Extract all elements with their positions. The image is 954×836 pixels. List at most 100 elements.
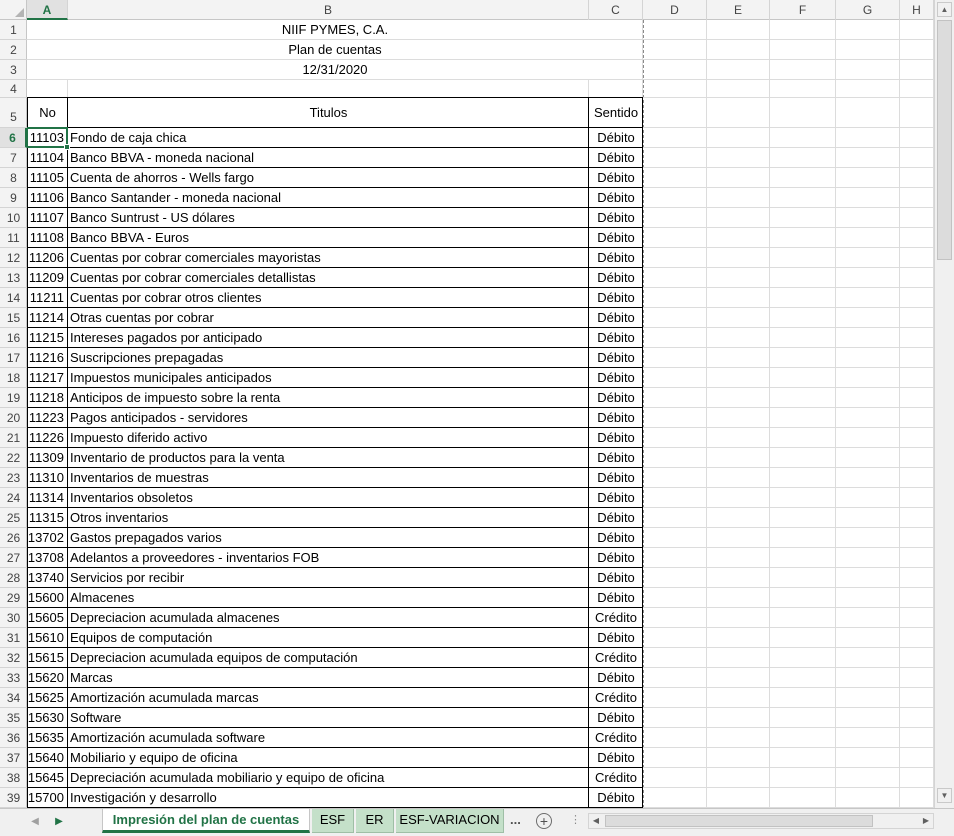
account-direction-cell[interactable]: Crédito [589, 728, 643, 748]
account-direction-cell[interactable]: Débito [589, 508, 643, 528]
account-title-cell[interactable]: Inventario de productos para la venta [70, 448, 587, 468]
account-title-cell[interactable]: Otras cuentas por cobrar [70, 308, 587, 328]
row-header-7[interactable]: 7 [0, 148, 27, 168]
account-direction-cell[interactable]: Débito [589, 328, 643, 348]
column-header-e[interactable]: E [707, 0, 770, 20]
row-header-9[interactable]: 9 [0, 188, 27, 208]
row-header-29[interactable]: 29 [0, 588, 27, 608]
account-direction-cell[interactable]: Débito [589, 668, 643, 688]
row-header-5[interactable]: 5 [0, 98, 27, 128]
table-header-no[interactable]: No [27, 98, 68, 128]
account-title-cell[interactable]: Impuesto diferido activo [70, 428, 587, 448]
fill-handle-icon[interactable] [64, 144, 70, 150]
row-header-24[interactable]: 24 [0, 488, 27, 508]
row-header-18[interactable]: 18 [0, 368, 27, 388]
account-direction-cell[interactable]: Débito [589, 208, 643, 228]
account-number-cell[interactable]: 15605 [27, 608, 66, 628]
account-title-cell[interactable]: Software [70, 708, 587, 728]
sheet-tab-er[interactable]: ER [356, 809, 394, 833]
row-header-27[interactable]: 27 [0, 548, 27, 568]
column-header-a[interactable]: A [27, 0, 68, 20]
account-number-cell[interactable]: 15620 [27, 668, 66, 688]
column-header-b[interactable]: B [68, 0, 589, 20]
account-title-cell[interactable]: Depreciación acumulada mobiliario y equi… [70, 768, 587, 788]
account-title-cell[interactable]: Equipos de computación [70, 628, 587, 648]
account-number-cell[interactable]: 11206 [27, 248, 66, 268]
row-header-28[interactable]: 28 [0, 568, 27, 588]
column-header-h[interactable]: H [900, 0, 934, 20]
account-number-cell[interactable]: 11209 [27, 268, 66, 288]
account-direction-cell[interactable]: Débito [589, 628, 643, 648]
account-direction-cell[interactable]: Crédito [589, 608, 643, 628]
row-header-20[interactable]: 20 [0, 408, 27, 428]
select-all-button[interactable] [0, 0, 27, 20]
account-direction-cell[interactable]: Débito [589, 308, 643, 328]
account-number-cell[interactable]: 11106 [27, 188, 66, 208]
account-number-cell[interactable]: 11108 [27, 228, 66, 248]
vertical-scroll-thumb[interactable] [937, 20, 952, 260]
row-header-6[interactable]: 6 [0, 128, 27, 148]
account-title-cell[interactable]: Cuentas por cobrar otros clientes [70, 288, 587, 308]
add-sheet-icon[interactable]: + [536, 813, 552, 829]
column-header-f[interactable]: F [770, 0, 836, 20]
row-header-25[interactable]: 25 [0, 508, 27, 528]
account-title-cell[interactable]: Inventarios obsoletos [70, 488, 587, 508]
column-header-c[interactable]: C [589, 0, 643, 20]
account-direction-cell[interactable]: Débito [589, 788, 643, 808]
account-title-cell[interactable]: Marcas [70, 668, 587, 688]
row-header-32[interactable]: 32 [0, 648, 27, 668]
sheet-tab-esf-variacion[interactable]: ESF-VARIACION [396, 809, 504, 833]
scroll-up-icon[interactable]: ▲ [937, 2, 952, 17]
account-number-cell[interactable]: 11216 [27, 348, 66, 368]
account-title-cell[interactable]: Anticipos de impuesto sobre la renta [70, 388, 587, 408]
account-direction-cell[interactable]: Débito [589, 708, 643, 728]
account-direction-cell[interactable]: Débito [589, 428, 643, 448]
account-number-cell[interactable]: 15600 [27, 588, 66, 608]
scroll-right-icon[interactable]: ▶ [920, 815, 932, 827]
row-header-12[interactable]: 12 [0, 248, 27, 268]
horizontal-scroll-thumb[interactable] [605, 815, 873, 827]
table-header-sentido[interactable]: Sentido [589, 98, 643, 128]
account-title-cell[interactable]: Mobiliario y equipo de oficina [70, 748, 587, 768]
account-direction-cell[interactable]: Débito [589, 348, 643, 368]
account-direction-cell[interactable]: Débito [589, 148, 643, 168]
account-title-cell[interactable]: Fondo de caja chica [70, 128, 587, 148]
row-header-11[interactable]: 11 [0, 228, 27, 248]
account-number-cell[interactable]: 11226 [27, 428, 66, 448]
account-direction-cell[interactable]: Débito [589, 268, 643, 288]
row-header-17[interactable]: 17 [0, 348, 27, 368]
account-number-cell[interactable]: 11214 [27, 308, 66, 328]
row-header-10[interactable]: 10 [0, 208, 27, 228]
row-header-1[interactable]: 1 [0, 20, 27, 40]
account-title-cell[interactable]: Otros inventarios [70, 508, 587, 528]
row-header-13[interactable]: 13 [0, 268, 27, 288]
account-number-cell[interactable]: 11223 [27, 408, 66, 428]
row-header-15[interactable]: 15 [0, 308, 27, 328]
vertical-scrollbar[interactable]: ▲ ▼ [934, 0, 954, 808]
account-number-cell[interactable]: 11218 [27, 388, 66, 408]
account-title-cell[interactable]: Inventarios de muestras [70, 468, 587, 488]
account-number-cell[interactable]: 11314 [27, 488, 66, 508]
sheet-tab-impresi-n-del-plan-de-cuentas[interactable]: Impresión del plan de cuentas [102, 809, 310, 833]
account-title-cell[interactable]: Banco Santander - moneda nacional [70, 188, 587, 208]
account-number-cell[interactable]: 11211 [27, 288, 66, 308]
account-direction-cell[interactable]: Débito [589, 128, 643, 148]
account-direction-cell[interactable]: Débito [589, 168, 643, 188]
next-sheet-icon[interactable]: ▶ [52, 815, 66, 829]
account-direction-cell[interactable]: Crédito [589, 688, 643, 708]
account-number-cell[interactable]: 15635 [27, 728, 66, 748]
account-number-cell[interactable]: 15645 [27, 768, 66, 788]
account-title-cell[interactable]: Suscripciones prepagadas [70, 348, 587, 368]
account-title-cell[interactable]: Banco BBVA - moneda nacional [70, 148, 587, 168]
account-direction-cell[interactable]: Crédito [589, 768, 643, 788]
active-cell-selection[interactable] [27, 127, 70, 150]
account-title-cell[interactable]: Amortización acumulada software [70, 728, 587, 748]
account-direction-cell[interactable]: Débito [589, 468, 643, 488]
account-title-cell[interactable]: Gastos prepagados varios [70, 528, 587, 548]
row-header-30[interactable]: 30 [0, 608, 27, 628]
account-direction-cell[interactable]: Débito [589, 488, 643, 508]
sheet-title-title[interactable]: Plan de cuentas [27, 40, 643, 60]
row-header-22[interactable]: 22 [0, 448, 27, 468]
more-sheets-button[interactable]: ... [510, 812, 521, 827]
account-direction-cell[interactable]: Débito [589, 368, 643, 388]
